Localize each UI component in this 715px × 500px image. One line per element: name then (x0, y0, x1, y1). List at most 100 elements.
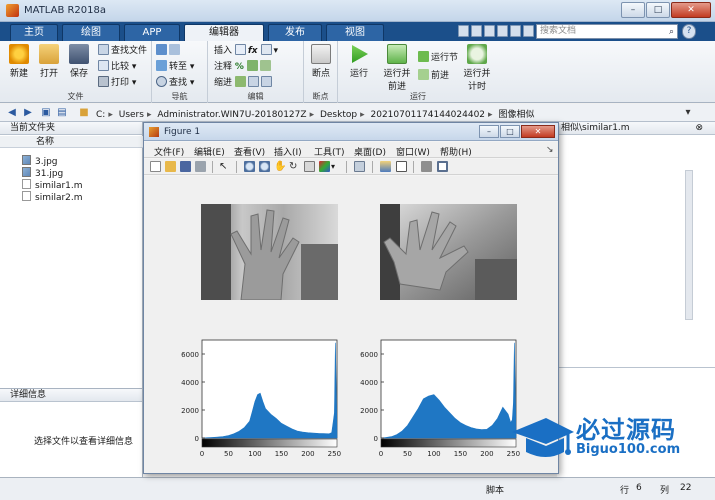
x-tick-label: 100 (427, 450, 440, 458)
hide-plot-tools-icon[interactable] (421, 161, 432, 172)
zoom-out-icon[interactable] (259, 161, 270, 172)
rotate-3d-icon[interactable]: ↻ (289, 161, 300, 172)
close-button[interactable]: ✕ (671, 2, 711, 18)
redo-quick-icon[interactable] (523, 25, 534, 37)
tab-home[interactable]: 主页 (10, 24, 58, 41)
goto-icon (156, 60, 167, 71)
editor-tab[interactable]: 相似\similar1.m ⊗ (557, 122, 715, 135)
figure-minimize-button[interactable]: – (479, 125, 499, 138)
menu-file[interactable]: 文件(F) (154, 145, 184, 158)
print-figure-icon[interactable] (195, 161, 206, 172)
show-plot-tools-icon[interactable] (437, 161, 448, 172)
save-quick-icon[interactable] (458, 25, 469, 37)
tab-editor[interactable]: 编辑器 (184, 24, 264, 41)
breakpoint-icon (311, 44, 331, 64)
figure-close-button[interactable]: ✕ (521, 125, 555, 138)
run-button[interactable]: 运行 (344, 44, 374, 79)
search-icon[interactable]: ⌕ (669, 26, 674, 39)
advance-button[interactable]: 前进 (418, 69, 449, 83)
comment-button[interactable]: 注释 % (214, 60, 273, 74)
paste-quick-icon[interactable] (497, 25, 508, 37)
file-item[interactable]: similar1.m (22, 179, 83, 191)
open-button[interactable]: 打开 (34, 44, 64, 79)
compare-button[interactable]: 比较 ▾ (98, 60, 136, 74)
breakpoints-button[interactable]: 断点 (306, 44, 336, 79)
ribbon-group-label: 导航 (171, 92, 188, 101)
brush-dropdown-icon[interactable]: ▾ (331, 161, 342, 172)
goto-button[interactable]: 转至 ▾ (156, 60, 194, 74)
tab-view[interactable]: 视图 (326, 24, 384, 41)
back-arrow-icon[interactable]: ◀ (6, 107, 18, 119)
address-dropdown-icon[interactable]: ▾ (682, 107, 694, 119)
menu-window[interactable]: 窗口(W) (396, 145, 430, 158)
figure-toolbar: ↖ ✋ ↻ ▾ (144, 159, 558, 175)
search-documentation-input[interactable]: 搜索文档 ⌕ (536, 24, 678, 39)
ribbon-group-label: 编辑 (247, 92, 264, 101)
maximize-button[interactable]: □ (646, 2, 670, 18)
menu-insert[interactable]: 插入(I) (274, 145, 302, 158)
data-cursor-icon[interactable] (304, 161, 315, 172)
dock-arrow-icon[interactable]: ↘ (546, 145, 554, 155)
run-and-time-button[interactable]: 运行并计时 (460, 44, 494, 92)
run-advance-icon (387, 44, 407, 64)
breadcrumb[interactable]: C: ▸ Users ▸ Administrator.WIN7U-20180127Z… (96, 107, 537, 120)
name-column-header[interactable]: 名称 (0, 136, 143, 148)
file-item[interactable]: 31.jpg (22, 167, 63, 179)
indent-button[interactable]: 缩进 (214, 76, 274, 90)
insert-menu-icon (260, 44, 272, 55)
up-folder-icon[interactable]: ▣ (40, 107, 52, 119)
figure-window[interactable]: Figure 1 – □ ✕ 文件(F) 编辑(E) 查看(V) 插入(I) 工… (143, 122, 559, 474)
run-section-icon (418, 51, 429, 62)
brush-icon[interactable] (319, 161, 330, 172)
back-forward-buttons[interactable] (156, 44, 182, 58)
run-section-button[interactable]: 运行节 (418, 51, 458, 65)
hand-image-2 (380, 204, 517, 300)
find-button[interactable]: 查找 ▾ (156, 76, 194, 90)
tab-apps[interactable]: APP (124, 24, 180, 41)
cut-quick-icon[interactable] (471, 25, 482, 37)
current-folder-panel: 当前文件夹 名称 3.jpg 31.jpg similar1.m similar… (0, 122, 143, 388)
figure-titlebar[interactable]: Figure 1 – □ ✕ (144, 123, 558, 141)
run-advance-button[interactable]: 运行并前进 (380, 44, 414, 92)
browse-folder-icon[interactable]: ▤ (56, 107, 68, 119)
close-tab-icon[interactable]: ⊗ (695, 122, 703, 134)
menu-view[interactable]: 查看(V) (234, 145, 265, 158)
hand-image-1 (201, 204, 338, 300)
open-file-icon[interactable] (165, 161, 176, 172)
zoom-in-icon[interactable] (244, 161, 255, 172)
compare-icon (98, 60, 109, 71)
fx-icon[interactable]: fx (248, 46, 258, 56)
pointer-icon[interactable]: ↖ (219, 161, 230, 172)
tab-plots[interactable]: 绘图 (62, 24, 120, 41)
figure-canvas[interactable]: 0 2000 4000 6000 0 50 100 150 200 250 0 2000 4000 60… (144, 176, 558, 473)
new-button[interactable]: 新建 (4, 44, 34, 79)
save-figure-icon[interactable] (180, 161, 191, 172)
help-icon[interactable]: ? (682, 24, 696, 39)
file-item[interactable]: similar2.m (22, 191, 83, 203)
copy-quick-icon[interactable] (484, 25, 495, 37)
link-plot-icon[interactable] (354, 161, 365, 172)
menu-desktop[interactable]: 桌面(D) (354, 145, 386, 158)
figure-maximize-button[interactable]: □ (500, 125, 520, 138)
legend-icon[interactable] (396, 161, 407, 172)
new-figure-icon[interactable] (150, 161, 161, 172)
insert-button[interactable]: 插入 fx ▾ (214, 44, 278, 58)
menu-edit[interactable]: 编辑(E) (194, 145, 225, 158)
pan-hand-icon[interactable]: ✋ (274, 161, 286, 172)
forward-arrow-icon[interactable]: ▶ (22, 107, 34, 119)
tab-publish[interactable]: 发布 (268, 24, 322, 41)
colorbar-icon[interactable] (380, 161, 391, 172)
minimize-button[interactable]: – (621, 2, 645, 18)
menu-tools[interactable]: 工具(T) (314, 145, 345, 158)
undo-quick-icon[interactable] (510, 25, 521, 37)
file-item[interactable]: 3.jpg (22, 155, 58, 167)
menu-help[interactable]: 帮助(H) (440, 145, 472, 158)
print-button[interactable]: 打印 ▾ (98, 76, 136, 90)
uncomment-icon (259, 60, 271, 71)
y-tick-label: 6000 (360, 351, 378, 359)
x-tick-label: 150 (275, 450, 288, 458)
find-files-button[interactable]: 查找文件 (98, 44, 147, 58)
editor-scrollbar[interactable] (685, 170, 693, 320)
save-button[interactable]: 保存 (64, 44, 94, 79)
histogram-2-chart: 02000400060000 50 100 150 200 250 (360, 339, 520, 458)
